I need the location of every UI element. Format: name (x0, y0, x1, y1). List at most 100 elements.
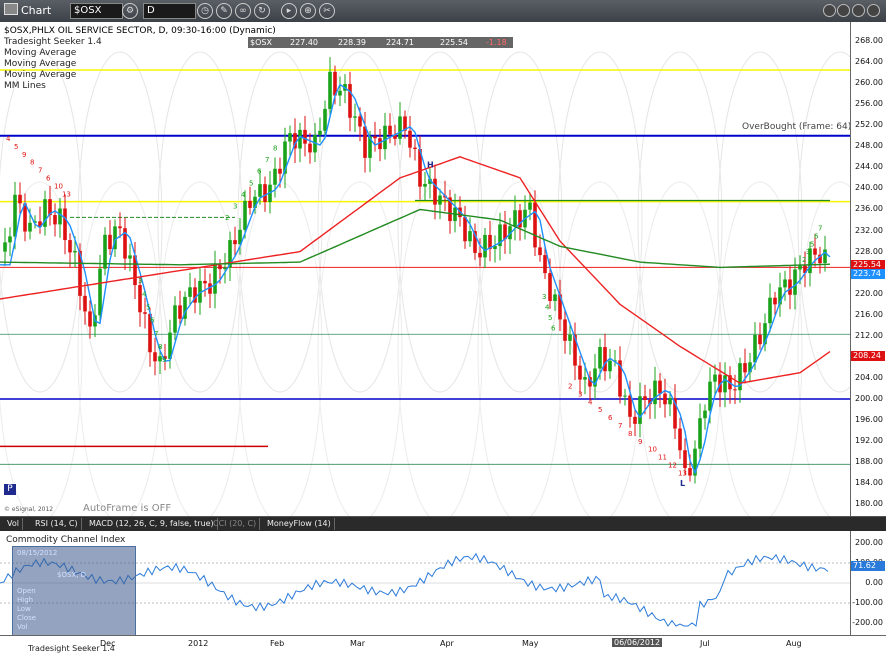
price-chart[interactable]: 4 5 9 8 7 6 10 13 3 4 5 6 7 8 9 2 3 4 5 6 7 8 3 4 5 6 2 3 4 5 6 7 8 9 10 11… (0, 22, 850, 516)
clock-icon[interactable]: ◷ (197, 3, 213, 19)
background-arc (797, 181, 850, 516)
candle-body (278, 168, 282, 174)
zoom-icon[interactable]: ⊕ (300, 3, 316, 19)
chart-window-title: Chart (4, 3, 51, 17)
tab-macd[interactable]: MACD (12, 26, C, 9, false, true) (86, 518, 218, 530)
legend-study: MM Lines (4, 81, 46, 91)
seeker-letter-l: L (680, 479, 685, 488)
candle-body (338, 90, 342, 96)
candle-body (73, 250, 77, 253)
seeker-count-label: 4 (588, 398, 593, 406)
date-axis[interactable]: Dec 2012 Feb Mar Apr May 06/06/2012 Jul … (0, 635, 886, 653)
candle-body (423, 183, 427, 187)
candle-body (258, 184, 262, 197)
symbol-settings-icon[interactable]: ⚙ (122, 3, 138, 19)
seeker-count-label: 3 (138, 277, 142, 285)
price-axis-label: 268.00 (855, 36, 883, 45)
pencil-icon[interactable]: ✎ (216, 3, 232, 19)
seeker-count-label: 6 (46, 175, 51, 183)
candle-body (108, 234, 112, 250)
red-moving-average (0, 156, 831, 384)
seeker-count-label: 6 (150, 317, 155, 325)
candle-body (348, 84, 352, 118)
seeker-count-label: 5 (810, 240, 814, 248)
info-row: Close (17, 614, 37, 622)
price-axis-label: 256.00 (855, 99, 883, 109)
date-label: May (522, 639, 539, 648)
candle-body (643, 396, 647, 400)
date-label: Mar (350, 639, 366, 648)
seeker-count-label: 5 (548, 314, 552, 322)
candle-body (568, 334, 572, 341)
candle-body (663, 393, 667, 405)
period-input[interactable]: D (143, 3, 196, 19)
seeker-count-label: 2 (802, 256, 806, 264)
link-icon[interactable]: ∞ (235, 3, 251, 19)
candle-body (768, 297, 772, 324)
seeker-count-label: 8 (158, 343, 162, 351)
candle-body (328, 71, 332, 109)
candle-body (603, 347, 607, 372)
info-row: High (17, 596, 34, 604)
window-button-1[interactable] (823, 4, 836, 17)
tab-vol[interactable]: Vol (4, 518, 23, 530)
candle-body (303, 129, 307, 144)
seeker-count-label: 2 (568, 382, 572, 390)
candle-body (128, 255, 132, 259)
candle-body (798, 265, 802, 270)
info-date: 08/15/2012 (17, 549, 58, 557)
overbought-label: OverBought (Frame: 64) (742, 122, 852, 132)
symbol-input[interactable]: $OSX (70, 3, 123, 19)
candle-body (288, 133, 292, 142)
seeker-count-label: 3 (578, 390, 582, 398)
price-axis-label: 240.00 (855, 183, 883, 193)
candle-body (413, 147, 417, 150)
tab-rsi[interactable]: RSI (14, C) (32, 518, 82, 530)
date-label: 2012 (188, 639, 209, 648)
seeker-count-label: 13 (678, 469, 687, 477)
tools-icon[interactable]: ✂ (319, 3, 335, 19)
candle-body (793, 269, 797, 295)
copyright-text: © eSignal, 2012 (4, 506, 54, 513)
study-tab-bar: Vol RSI (14, C) MACD (12, 26, C, 9, fals… (0, 516, 886, 532)
price-chart-canvas: 4598761013345678923456783456234567891011… (0, 51, 850, 516)
seeker-count-label: 4 (241, 191, 246, 199)
price-axis-label: 180.00 (855, 499, 883, 509)
background-arc (237, 181, 323, 516)
cci-axis[interactable]: 200.00100.000.00-100.00-200.00 (850, 531, 886, 635)
candle-body (98, 268, 102, 316)
minimize-button[interactable] (852, 4, 865, 17)
close-button[interactable] (867, 4, 880, 17)
legend-study: Moving Average (4, 48, 77, 58)
background-arc (637, 181, 723, 516)
candle-body (263, 184, 267, 203)
tab-cci[interactable]: CCI (20, C) (210, 518, 261, 530)
tab-moneyflow[interactable]: MoneyFlow (14) (264, 518, 335, 530)
seeker-count-label: 6 (608, 414, 613, 422)
candle-body (733, 389, 737, 391)
play-icon[interactable]: ▸ (281, 3, 297, 19)
price-axis-label: 200.00 (855, 394, 883, 404)
price-axis-label: 260.00 (855, 78, 883, 88)
seeker-count-label: 12 (668, 461, 677, 469)
cci-axis-label: -200.00 (852, 618, 883, 627)
candle-body (698, 418, 702, 449)
refresh-icon[interactable]: ↻ (254, 3, 270, 19)
candle-body (118, 226, 122, 229)
price-axis-label: 252.00 (855, 120, 883, 130)
info-row: Low (17, 605, 31, 613)
candle-body (138, 285, 142, 313)
candle-body (553, 294, 557, 301)
candle-body (743, 363, 747, 373)
legend-study: Tradesight Seeker 1.4 (4, 37, 102, 47)
candle-body (58, 208, 62, 225)
candle-body (813, 248, 817, 255)
legend-study: Moving Average (4, 70, 77, 80)
price-axis-label: 204.00 (855, 372, 883, 382)
seeker-count-label: 4 (545, 304, 550, 312)
window-button-2[interactable] (837, 4, 850, 17)
candle-body (713, 374, 717, 382)
candle-body (478, 252, 482, 258)
p-badge[interactable]: P (4, 484, 16, 495)
cursor-date-tag: 06/06/2012 (612, 638, 663, 647)
